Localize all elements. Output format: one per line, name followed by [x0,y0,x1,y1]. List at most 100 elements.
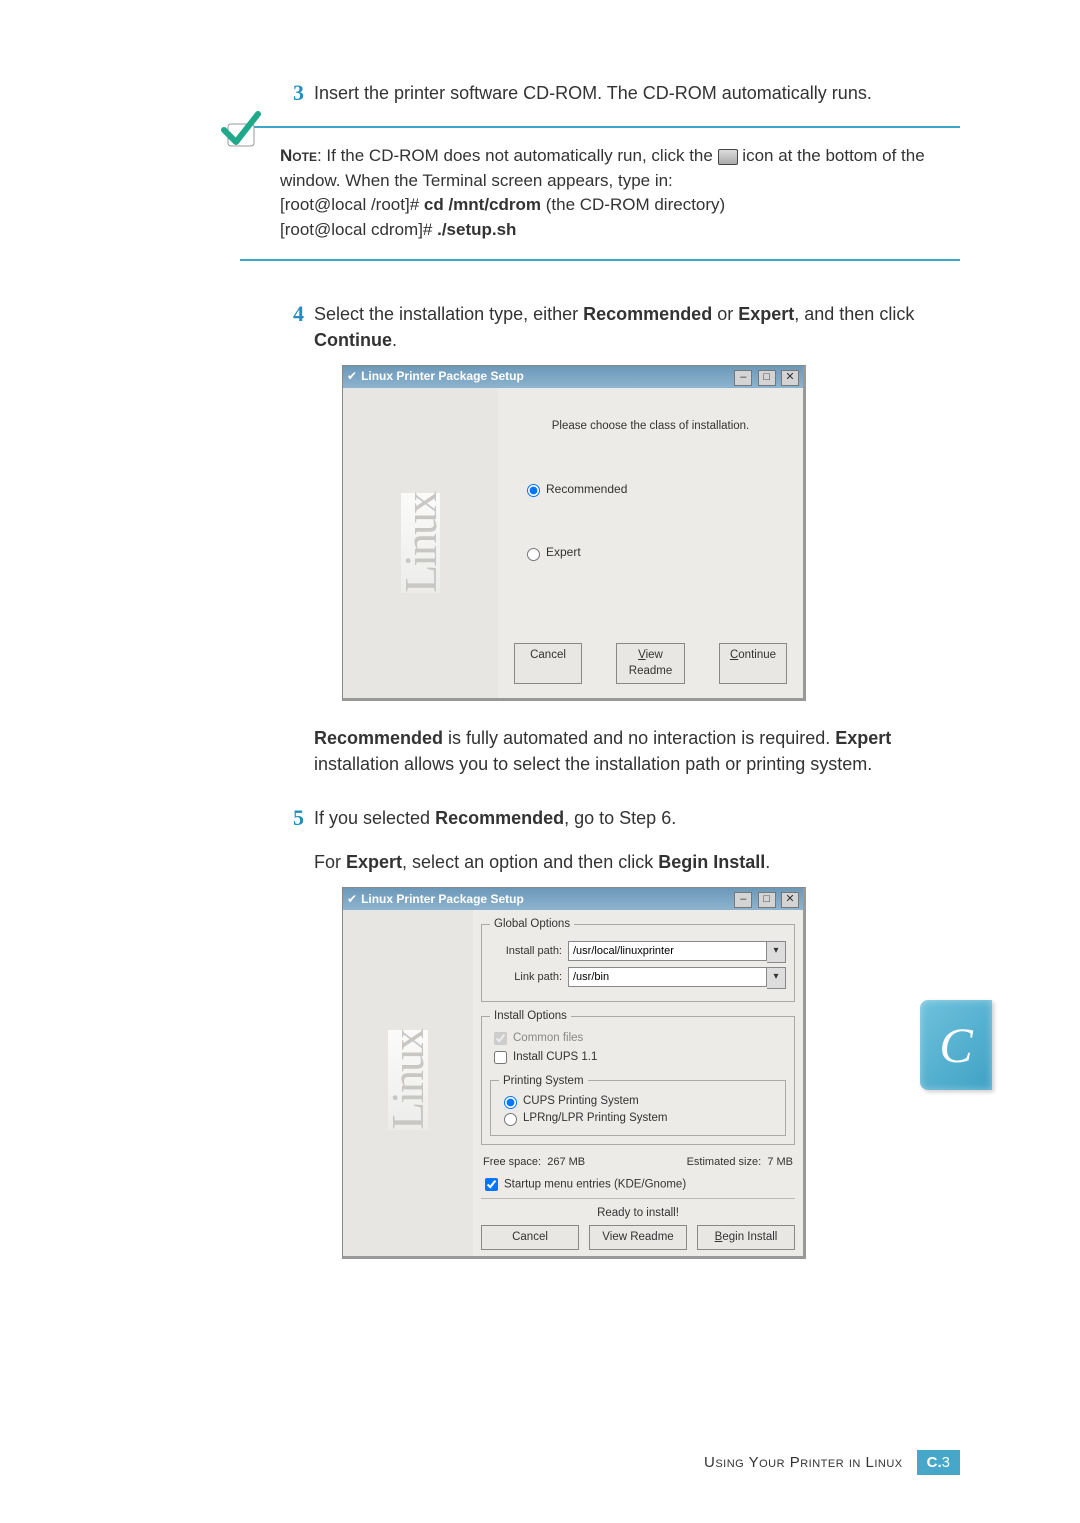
printing-system-legend: Printing System [499,1073,588,1090]
window2-title: Linux Printer Package Setup [361,891,524,908]
link-path-label: Link path: [490,970,562,986]
close-button[interactable]: ✕ [781,892,799,908]
window2-content: Global Options Install path: ▾ Link path… [473,910,803,1256]
checkmark-note-icon [218,110,262,154]
install-cups-label: Install CUPS 1.1 [513,1051,597,1063]
step4-after-c: Expert [835,728,891,748]
install-cups-checkbox[interactable]: Install CUPS 1.1 [490,1051,597,1063]
titlebar-icon: ✔ [347,368,357,385]
window-content: Please choose the class of installation.… [498,388,803,698]
step4-text-g: . [392,330,397,350]
radio-expert[interactable]: Expert [522,544,787,561]
window-sidebar: Linux [343,388,498,698]
sidebar-logo-linux: Linux [401,493,440,593]
step-number-4: 4 [270,301,314,785]
close-button[interactable]: ✕ [781,370,799,386]
common-files-label: Common files [513,1032,583,1044]
common-files-input[interactable] [494,1032,507,1045]
install-cups-input[interactable] [494,1051,507,1064]
footer-label: Using Your Printer in Linux [704,1454,903,1471]
window2-titlebar[interactable]: ✔ Linux Printer Package Setup – □ ✕ [343,888,803,910]
link-path-dropdown[interactable]: ▾ [767,967,786,989]
step4-after-d: installation allows you to select the in… [314,754,872,774]
note-cmd-2: ./setup.sh [437,220,516,239]
note-box: Note: If the CD-ROM does not automatical… [240,126,960,261]
note-cmd-1: cd /mnt/cdrom [424,195,541,214]
lprng-radio[interactable]: LPRng/LPR Printing System [499,1112,667,1124]
note-label: Note [280,146,317,165]
free-space-value: 267 MB [547,1156,585,1168]
step5-1a: If you selected [314,808,435,828]
step5-2a: For [314,852,346,872]
cups-radio-input[interactable] [504,1096,517,1109]
appendix-tab: C [920,1000,992,1090]
radio-recommended[interactable]: Recommended [522,481,787,498]
page-prefix: C. [927,1454,942,1471]
step5-2e: . [765,852,770,872]
step-number-5: 5 [270,805,314,1283]
install-path-input[interactable] [568,941,767,961]
page-num: 3 [942,1454,950,1471]
begin-install-rest: egin Install [722,1231,777,1243]
cups-radio[interactable]: CUPS Printing System [499,1095,639,1107]
view-readme-rest: iew Readme [629,649,672,678]
lprng-radio-label: LPRng/LPR Printing System [523,1112,667,1124]
step5-2b: Expert [346,852,402,872]
radio-expert-input[interactable] [527,548,540,561]
step5-1c: , go to Step 6. [564,808,676,828]
install-path-dropdown[interactable]: ▾ [767,941,786,963]
install-options-group: Install Options Common files Install CUP… [481,1008,795,1145]
radio-recommended-input[interactable] [527,484,540,497]
minimize-button[interactable]: – [734,892,752,908]
step5-2d: Begin Install [658,852,765,872]
window-buttons: – □ ✕ [732,368,799,386]
install-path-label: Install path: [490,944,562,960]
link-path-input[interactable] [568,967,767,987]
step4-text-d: Expert [738,304,794,324]
maximize-button[interactable]: □ [758,370,776,386]
view-readme-button[interactable]: View Readme [589,1225,687,1250]
cups-radio-label: CUPS Printing System [523,1095,639,1107]
window-titlebar[interactable]: ✔ Linux Printer Package Setup – □ ✕ [343,366,803,388]
view-readme-button[interactable]: View Readme [616,643,685,684]
startup-entries-input[interactable] [485,1178,498,1191]
free-space-label: Free space: [483,1156,541,1168]
sidebar2-logo-linux: Linux [388,1030,427,1130]
maximize-button[interactable]: □ [758,892,776,908]
global-options-group: Global Options Install path: ▾ Link path… [481,916,795,1002]
radio-recommended-label: Recommended [546,482,627,496]
window2-sidebar: Linux [343,910,473,1250]
cancel-button[interactable]: Cancel [514,643,582,684]
step4-after-b: is fully automated and no interaction is… [443,728,835,748]
install-options-legend: Install Options [490,1008,571,1025]
radio-expert-label: Expert [546,545,581,559]
begin-install-button[interactable]: Begin Install [697,1225,795,1250]
window-title: Linux Printer Package Setup [361,368,524,385]
setup-window-recommended-expert: ✔ Linux Printer Package Setup – □ ✕ Linu… [342,365,806,701]
note-cmd-1-suffix: (the CD-ROM directory) [541,195,725,214]
note-cmd-2-prompt: [root@local cdrom]# [280,220,437,239]
step5-1b: Recommended [435,808,564,828]
step4-text-f: Continue [314,330,392,350]
continue-button[interactable]: Continue [719,643,787,684]
step4-text-a: Select the installation type, either [314,304,583,324]
view-readme-mnemonic: V [638,649,645,661]
common-files-checkbox[interactable]: Common files [490,1032,583,1044]
step-3-text: Insert the printer software CD-ROM. The … [314,80,960,106]
continue-rest: ontinue [738,649,776,661]
startup-entries-checkbox[interactable]: Startup menu entries (KDE/Gnome) [481,1175,795,1194]
step4-text-e: , and then click [794,304,914,324]
minimize-button[interactable]: – [734,370,752,386]
size-status-row: Free space: 267 MB Estimated size: 7 MB [483,1155,793,1171]
cancel-button[interactable]: Cancel [481,1225,579,1250]
note-cmd-1-prompt: [root@local /root]# [280,195,424,214]
lprng-radio-input[interactable] [504,1113,517,1126]
page-number-badge: C.3 [917,1450,960,1475]
installation-instruction: Please choose the class of installation. [514,408,787,435]
step-5-body: If you selected Recommended, go to Step … [314,805,960,1283]
startup-entries-label: Startup menu entries (KDE/Gnome) [504,1178,686,1190]
global-options-legend: Global Options [490,916,574,933]
est-size-value: 7 MB [767,1156,793,1168]
step5-2c: , select an option and then click [402,852,658,872]
step4-text-c: or [712,304,738,324]
